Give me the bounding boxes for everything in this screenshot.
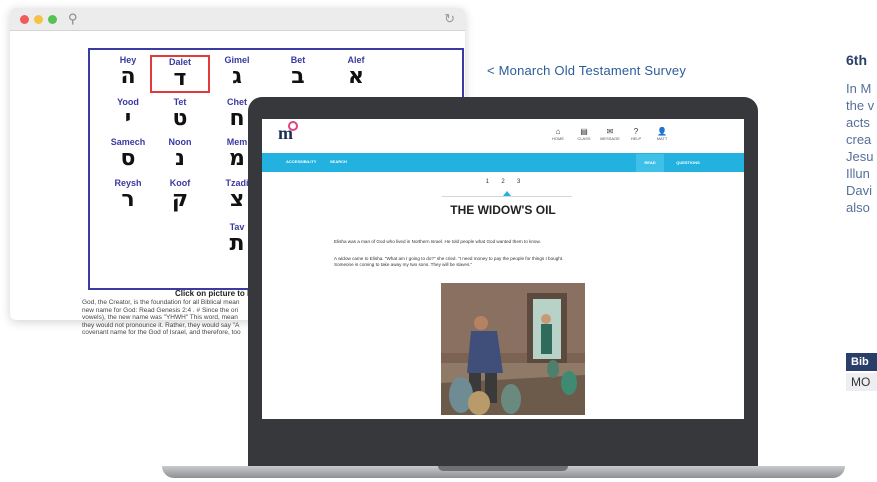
course-title: 6th: [846, 52, 867, 68]
story-paragraph-1: Elisha was a man of God who lived in Nor…: [334, 239, 541, 244]
course-description-line: Davi: [846, 183, 873, 198]
letter-cell-samech[interactable]: Samech ס: [98, 137, 158, 171]
hebrew-letter: י: [124, 106, 132, 131]
hebrew-letter: ר: [121, 187, 135, 212]
letter-cell-tet[interactable]: Tet ט: [150, 97, 210, 131]
course-description-line: the v: [846, 98, 875, 113]
app-toolbar: ACCESSIBILITY SEARCH READ QUESTIONS: [262, 153, 744, 172]
letter-cell-gimel[interactable]: Gimel ג: [207, 55, 267, 89]
app-header: m ⌂ HOME ▤ CLASS ✉ MESSAGE? HELP 👤 MATT: [262, 119, 744, 153]
course-description: In M the v acts crea Jesu Illun Davi also: [846, 80, 877, 216]
nav-label: HELP: [630, 136, 642, 141]
page-1-link[interactable]: 1: [480, 179, 494, 185]
nav-message-button[interactable]: ✉ MESSAGE: [598, 127, 622, 142]
nav-label: CLASS: [577, 136, 591, 141]
laptop-notch: [438, 466, 568, 471]
laptop-screen: m ⌂ HOME ▤ CLASS ✉ MESSAGE? HELP 👤 MATT ACCESSIB…: [262, 119, 744, 419]
course-description-line: acts: [846, 115, 870, 130]
logo-mark-icon: [288, 121, 298, 131]
nav-label: HOME: [552, 136, 564, 141]
search-link[interactable]: SEARCH: [330, 159, 347, 164]
course-description-line: Jesu: [846, 149, 874, 164]
bible-badge: Bib: [846, 353, 877, 371]
widows-oil-illustration: [441, 283, 585, 415]
letter-cell-yood[interactable]: Yood י: [98, 97, 158, 131]
letter-cell-dalet[interactable]: Dalet ד: [150, 55, 210, 93]
letter-cell-reysh[interactable]: Reysh ר: [98, 178, 158, 212]
page-2-link[interactable]: 2: [496, 179, 510, 185]
help-icon: ?: [633, 127, 639, 136]
course-description-line: In M: [846, 81, 872, 96]
letter-cell-hey[interactable]: Hey ה: [98, 55, 158, 89]
class-icon: ▤: [580, 127, 588, 136]
letter-cell-koof[interactable]: Koof ק: [150, 178, 210, 212]
matt-icon: 👤: [657, 127, 667, 136]
breadcrumb-back-link[interactable]: < Monarch Old Testament Survey: [487, 63, 686, 78]
nav-home-button[interactable]: ⌂ HOME: [546, 127, 570, 142]
hebrew-letter: ה: [120, 64, 136, 89]
course-description-line: crea: [846, 132, 872, 147]
letter-cell-noon[interactable]: Noon נ: [150, 137, 210, 171]
page-3-link[interactable]: 3: [512, 179, 526, 185]
page-divider: [442, 196, 572, 197]
accessibility-link[interactable]: ACCESSIBILITY: [286, 159, 316, 164]
course-description-line: also: [846, 200, 870, 215]
nav-help-button[interactable]: ? HELP: [624, 127, 648, 142]
page-selector: 1 2 3: [262, 179, 744, 185]
story-paragraph-2b: Someone is coming to take away my two so…: [334, 262, 473, 267]
story-title: THE WIDOW'S OIL: [450, 203, 556, 217]
letter-cell-alef[interactable]: Alef א: [326, 55, 386, 89]
tab-questions[interactable]: QUESTIONS: [668, 154, 708, 172]
tab-read[interactable]: READ: [636, 154, 664, 172]
hebrew-letter: ד: [173, 66, 187, 91]
nav-label: MATT: [656, 136, 668, 141]
nav-matt-button[interactable]: 👤 MATT: [650, 127, 674, 142]
hebrew-letter: א: [347, 64, 365, 89]
home-icon: ⌂: [555, 127, 561, 136]
hebrew-letter: ק: [171, 187, 189, 212]
course-description-line: Illun: [846, 166, 870, 181]
nav-class-button[interactable]: ▤ CLASS: [572, 127, 596, 142]
hebrew-letter: ב: [291, 64, 305, 89]
nav-label: MESSAGE: [600, 136, 620, 141]
monarch-badge: MO: [846, 373, 877, 391]
hebrew-letter: ט: [172, 106, 188, 131]
message-icon: ✉: [606, 127, 614, 136]
letter-cell-bet[interactable]: Bet ב: [268, 55, 328, 89]
hebrew-letter: ס: [120, 146, 136, 171]
hebrew-letter: נ: [175, 146, 185, 171]
hebrew-letter: ג: [232, 64, 242, 89]
